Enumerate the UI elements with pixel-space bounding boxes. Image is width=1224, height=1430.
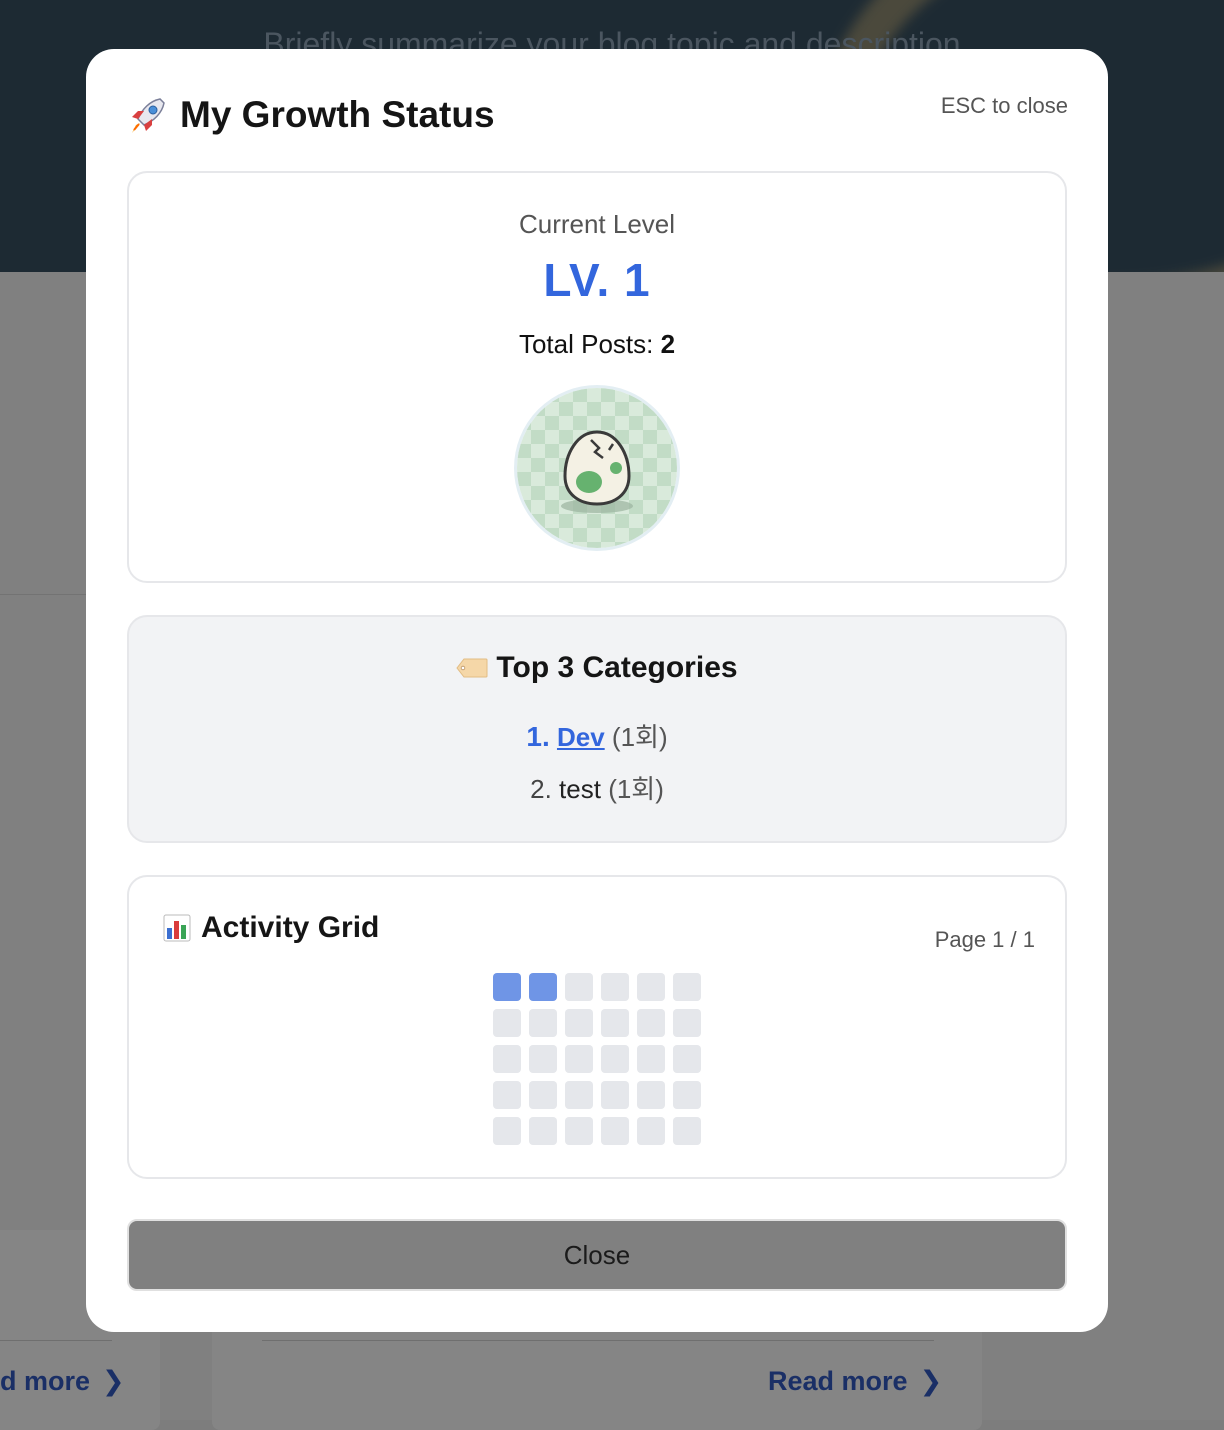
divider <box>0 1340 112 1341</box>
activity-cell <box>637 1081 665 1109</box>
read-more-link[interactable]: Read more ❯ <box>768 1366 942 1397</box>
category-count: (1회) <box>611 722 668 752</box>
category-link-dev[interactable]: Dev <box>557 722 605 752</box>
chevron-right-icon: ❯ <box>102 1366 125 1396</box>
egg-avatar-icon <box>517 388 677 548</box>
activity-cell <box>601 1045 629 1073</box>
activity-cell <box>493 1117 521 1145</box>
activity-cell <box>673 1081 701 1109</box>
category-count: (1회) <box>608 774 664 804</box>
page-indicator: Page 1 / 1 <box>934 927 1035 952</box>
activity-cell <box>529 1045 557 1073</box>
category-rank: 1. <box>526 721 550 752</box>
activity-cell <box>673 1117 701 1145</box>
activity-cell <box>565 1081 593 1109</box>
esc-hint: ESC to close <box>940 93 1068 118</box>
category-rank: 2. <box>530 774 552 804</box>
activity-cell <box>601 1009 629 1037</box>
activity-grid <box>493 973 701 1145</box>
divider <box>262 1340 934 1341</box>
activity-cell <box>493 1009 521 1037</box>
activity-cell <box>601 1081 629 1109</box>
chevron-right-icon: ❯ <box>919 1366 943 1396</box>
level-caption: Current Level <box>518 209 676 239</box>
activity-cell <box>493 1045 521 1073</box>
total-posts: Total Posts: 2 <box>518 329 676 359</box>
growth-status-modal: My Growth Status ESC to close Current Le… <box>86 49 1108 1332</box>
category-item: 2. test (1회) <box>129 769 1065 806</box>
activity-cell <box>601 1117 629 1145</box>
bar-chart-icon <box>163 914 191 942</box>
egg-avatar <box>514 385 680 551</box>
activity-title: Activity Grid <box>163 911 379 945</box>
read-more-link[interactable]: d more ❯ <box>0 1366 125 1397</box>
activity-panel: Activity Grid Page 1 / 1 <box>127 875 1067 1179</box>
activity-cell <box>637 1117 665 1145</box>
activity-cell-active <box>493 973 521 1001</box>
category-item: 1. Dev (1회) <box>129 717 1065 754</box>
activity-cell-active <box>529 973 557 1001</box>
top-categories-panel: Top 3 Categories 1. Dev (1회) 2. test (1회… <box>127 615 1067 843</box>
activity-cell <box>637 1045 665 1073</box>
activity-cell <box>493 1081 521 1109</box>
activity-cell <box>565 1117 593 1145</box>
activity-cell <box>529 1117 557 1145</box>
activity-cell <box>565 1045 593 1073</box>
activity-cell <box>673 1045 701 1073</box>
categories-title: Top 3 Categories <box>129 651 1065 685</box>
activity-cell <box>565 1009 593 1037</box>
tag-icon <box>456 658 488 678</box>
activity-cell <box>673 1009 701 1037</box>
activity-cell <box>529 1081 557 1109</box>
activity-cell <box>529 1009 557 1037</box>
activity-cell <box>673 973 701 1001</box>
category-name: test <box>559 774 601 804</box>
rocket-icon <box>132 98 165 133</box>
level-value: LV. 1 <box>543 254 651 306</box>
modal-header: My Growth Status ESC to close <box>126 93 1068 143</box>
activity-cell <box>565 973 593 1001</box>
total-posts-count: 2 <box>660 329 676 359</box>
close-button[interactable]: Close <box>127 1219 1067 1291</box>
level-panel: Current Level LV. 1 Total Posts: 2 <box>127 171 1067 583</box>
activity-cell <box>601 973 629 1001</box>
activity-cell <box>637 973 665 1001</box>
activity-cell <box>637 1009 665 1037</box>
modal-title: My Growth Status <box>126 93 495 137</box>
